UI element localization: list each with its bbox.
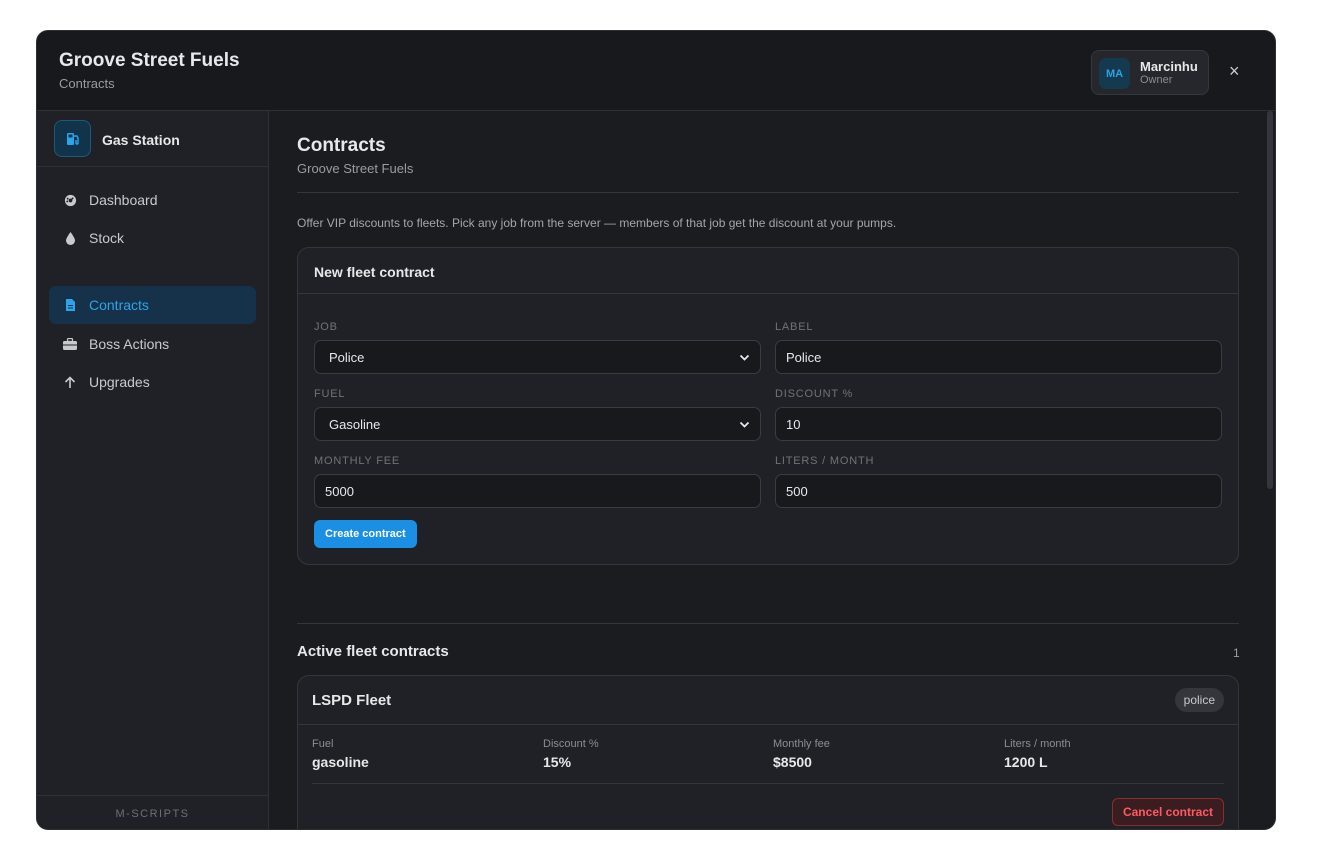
document-icon — [63, 298, 77, 312]
label-input[interactable]: Police — [775, 340, 1222, 374]
fuel-select-value: Gasoline — [329, 416, 381, 432]
fuel-select[interactable]: Gasoline — [314, 407, 761, 441]
sidebar-brand-label: Gas Station — [102, 132, 180, 148]
sidebar-item-label: Contracts — [89, 297, 149, 313]
fuel-stat-label: Fuel — [312, 738, 334, 750]
discount-stat-label: Discount % — [543, 738, 599, 750]
droplet-icon — [63, 231, 77, 245]
fee-stat-label: Monthly fee — [773, 738, 830, 750]
contract-name: LSPD Fleet — [312, 692, 392, 709]
sidebar-brand: Gas Station — [37, 111, 268, 167]
contract-card-header: LSPD Fleet police — [298, 676, 1238, 725]
job-select-value: Police — [329, 349, 365, 365]
scrollbar[interactable] — [1267, 111, 1273, 489]
sidebar-item-stock[interactable]: Stock — [49, 219, 256, 257]
fuel-stat-value: gasoline — [312, 754, 369, 770]
window-header: Groove Street Fuels Contracts MA Marcinh… — [37, 31, 1275, 111]
sidebar-item-dashboard[interactable]: Dashboard — [49, 181, 256, 219]
cancel-contract-button[interactable]: Cancel contract — [1111, 798, 1224, 826]
job-badge: police — [1174, 688, 1224, 712]
job-select[interactable]: Police — [314, 340, 761, 374]
job-label: JOB — [314, 321, 338, 333]
contract-card: LSPD Fleet police Fuel gasoline Discount… — [297, 675, 1239, 829]
new-contract-card: New fleet contract JOB Police LABEL Poli… — [297, 247, 1239, 565]
monthly-fee-label: MONTHLY FEE — [314, 455, 401, 467]
liters-stat-label: Liters / month — [1004, 738, 1071, 750]
arrow-up-icon — [63, 375, 77, 389]
sidebar-item-label: Stock — [89, 230, 125, 246]
sidebar-footer: M-SCRIPTS — [37, 795, 268, 829]
app-subtitle: Contracts — [59, 76, 115, 91]
liters-label: LITERS / MONTH — [775, 455, 875, 467]
avatar: MA — [1099, 58, 1130, 89]
liters-input[interactable]: 500 — [775, 474, 1222, 508]
chevron-down-icon — [739, 351, 750, 366]
user-chip[interactable]: MA Marcinhu Owner — [1091, 50, 1209, 95]
app-window: Groove Street Fuels Contracts MA Marcinh… — [36, 30, 1276, 830]
sidebar-item-upgrades[interactable]: Upgrades — [49, 363, 256, 401]
app-title: Groove Street Fuels — [59, 50, 240, 71]
fee-stat-value: $8500 — [773, 754, 812, 770]
divider — [297, 192, 1239, 193]
gas-pump-icon — [54, 120, 91, 157]
discount-stat-value: 15% — [543, 754, 572, 770]
briefcase-icon — [63, 337, 77, 351]
user-name: Marcinhu — [1140, 59, 1198, 74]
divider — [312, 783, 1224, 784]
label-label: LABEL — [775, 321, 814, 333]
sidebar-item-label: Boss Actions — [89, 336, 170, 352]
page-subtitle: Groove Street Fuels — [297, 161, 414, 176]
active-contracts-title: Active fleet contracts — [297, 643, 449, 660]
fuel-label: FUEL — [314, 388, 346, 400]
sidebar-item-contracts[interactable]: Contracts — [49, 286, 256, 324]
monthly-fee-input[interactable]: 5000 — [314, 474, 761, 508]
discount-input[interactable]: 10 — [775, 407, 1222, 441]
sidebar-item-label: Dashboard — [89, 192, 158, 208]
discount-label: DISCOUNT % — [775, 388, 854, 400]
create-contract-button[interactable]: Create contract — [314, 520, 417, 548]
sidebar: Gas Station Dashboard Stock Contracts Bo… — [37, 111, 269, 829]
sidebar-item-boss-actions[interactable]: Boss Actions — [49, 325, 256, 363]
user-role: Owner — [1140, 74, 1173, 86]
divider — [297, 623, 1239, 624]
liters-stat-value: 1200 L — [1004, 754, 1048, 770]
page-description: Offer VIP discounts to fleets. Pick any … — [297, 216, 897, 230]
sidebar-item-label: Upgrades — [89, 374, 150, 390]
card-header: New fleet contract — [298, 248, 1238, 294]
dashboard-icon — [63, 193, 77, 207]
close-button[interactable]: × — [1229, 61, 1240, 81]
active-contracts-count: 1 — [1233, 646, 1240, 660]
card-title: New fleet contract — [314, 264, 435, 280]
chevron-down-icon — [739, 418, 750, 433]
main-content: Contracts Groove Street Fuels Offer VIP … — [269, 111, 1269, 829]
page-title: Contracts — [297, 135, 386, 156]
